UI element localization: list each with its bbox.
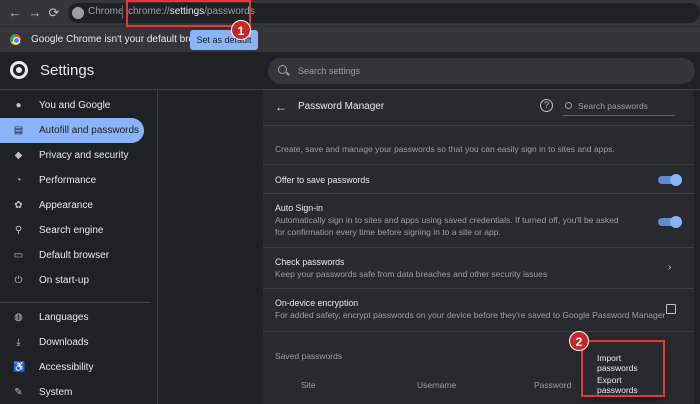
- sidebar-border: [157, 90, 158, 404]
- search-icon: ⚲: [14, 225, 23, 236]
- divider: [263, 331, 694, 332]
- search-underline: [563, 115, 675, 116]
- sidebar-item-system[interactable]: ✎ System: [0, 380, 144, 404]
- sidebar-item-label: Search engine: [39, 225, 104, 236]
- sidebar-item-label: Appearance: [39, 200, 93, 211]
- back-arrow-icon[interactable]: ←: [275, 100, 287, 114]
- shield-icon: ◆: [14, 150, 23, 161]
- sidebar-item-default-browser[interactable]: ▭ Default browser: [0, 243, 144, 268]
- site-label: Chrome: [88, 6, 124, 17]
- browser-toolbar: ← → ⟳ Chrome chrome://settings/passwords: [0, 0, 700, 26]
- search-settings-input[interactable]: Search settings: [268, 58, 695, 84]
- annotation-step-2: 2: [569, 331, 589, 351]
- palette-icon: ✿: [14, 200, 23, 211]
- wrench-icon: ✎: [14, 387, 23, 398]
- sidebar-item-label: Performance: [39, 175, 97, 186]
- encryption-description: For added safety, encrypt passwords on y…: [275, 310, 666, 320]
- sidebar-item-label: Privacy and security: [39, 150, 129, 161]
- sidebar-item-label: Languages: [39, 312, 89, 323]
- sidebar-item-on-startup[interactable]: ⏻ On start-up: [0, 268, 144, 293]
- infobar-message: Google Chrome isn't your default browser: [31, 34, 216, 45]
- offer-save-toggle[interactable]: [658, 174, 682, 186]
- chrome-logo-icon: [10, 61, 28, 79]
- sidebar-item-languages[interactable]: ◍ Languages: [0, 305, 144, 330]
- page-title: Settings: [40, 62, 95, 79]
- saved-passwords-label: Saved passwords: [275, 351, 343, 361]
- column-header-username: Username: [417, 380, 457, 390]
- divider: [263, 288, 694, 289]
- speedometer-icon: ◔: [15, 175, 22, 186]
- back-icon[interactable]: ←: [6, 4, 24, 22]
- sidebar-item-label: Accessibility: [39, 362, 94, 373]
- sidebar-divider: [0, 302, 150, 303]
- search-icon: [278, 65, 287, 74]
- clipboard-icon: ▤: [13, 125, 24, 136]
- sidebar-item-label: Default browser: [39, 250, 110, 261]
- annotation-box-menu: [581, 340, 665, 397]
- address-separator: [122, 5, 123, 19]
- sidebar-item-label: Autofill and passwords: [39, 125, 140, 136]
- search-passwords-input[interactable]: Search passwords: [578, 101, 648, 111]
- encryption-label: On-device encryption: [275, 298, 359, 308]
- power-icon: ⏻: [14, 275, 23, 286]
- sidebar-item-label: System: [39, 387, 73, 398]
- sidebar-item-search-engine[interactable]: ⚲ Search engine: [0, 218, 144, 243]
- column-header-site: Site: [301, 380, 316, 390]
- sidebar-item-accessibility[interactable]: ♿ Accessibility: [0, 355, 144, 380]
- search-settings-placeholder: Search settings: [298, 66, 361, 76]
- divider: [263, 125, 694, 126]
- annotation-step-1: 1: [231, 20, 251, 40]
- offer-save-label: Offer to save passwords: [275, 175, 370, 185]
- sidebar-item-label: You and Google: [39, 100, 111, 111]
- sidebar-item-appearance[interactable]: ✿ Appearance: [0, 193, 144, 218]
- forward-icon[interactable]: →: [26, 4, 44, 22]
- chevron-right-icon: ›: [668, 262, 672, 273]
- sidebar-item-you-and-google[interactable]: ● You and Google: [0, 93, 144, 118]
- globe-icon: ◍: [14, 312, 23, 323]
- external-link-icon: [666, 304, 676, 314]
- divider: [263, 247, 694, 248]
- chrome-site-icon: [72, 7, 84, 19]
- divider: [263, 164, 694, 165]
- sidebar-item-label: Downloads: [39, 337, 89, 348]
- chrome-logo-icon: [10, 34, 21, 45]
- auto-signin-label: Auto Sign-in: [275, 203, 323, 213]
- column-header-password: Password: [534, 380, 572, 390]
- description: Create, save and manage your passwords s…: [275, 144, 615, 154]
- accessibility-icon: ♿: [13, 362, 26, 373]
- sidebar-item-autofill[interactable]: ▤ Autofill and passwords: [0, 118, 144, 143]
- divider: [263, 193, 694, 194]
- sidebar: ● You and Google ▤ Autofill and password…: [0, 90, 157, 404]
- check-passwords-description: Keep your passwords safe from data breac…: [275, 269, 548, 279]
- person-icon: ●: [15, 100, 22, 111]
- help-icon[interactable]: ?: [540, 99, 553, 112]
- auto-signin-description: Automatically sign in to sites and apps …: [275, 215, 619, 237]
- sidebar-item-label: On start-up: [39, 275, 90, 286]
- default-browser-infobar: Google Chrome isn't your default browser…: [0, 26, 700, 52]
- sidebar-item-downloads[interactable]: ⤓ Downloads: [0, 330, 144, 355]
- settings-header: Settings Search settings: [0, 52, 700, 90]
- browser-icon: ▭: [13, 250, 24, 261]
- auto-signin-toggle[interactable]: [658, 216, 682, 228]
- sidebar-item-performance[interactable]: ◔ Performance: [0, 168, 144, 193]
- download-icon: ⤓: [16, 337, 21, 348]
- sidebar-item-privacy[interactable]: ◆ Privacy and security: [0, 143, 144, 168]
- check-passwords-label: Check passwords: [275, 257, 345, 267]
- section-title: Password Manager: [298, 101, 385, 112]
- reload-icon[interactable]: ⟳: [45, 4, 63, 22]
- search-icon: [565, 102, 572, 109]
